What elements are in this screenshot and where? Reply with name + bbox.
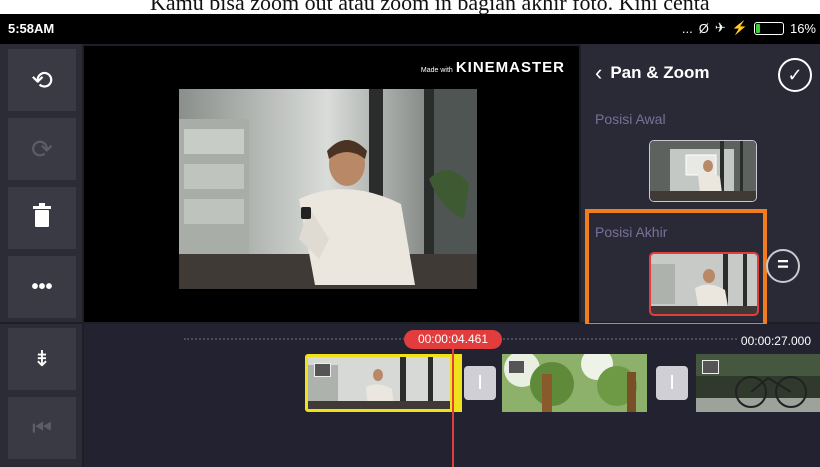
video-preview[interactable]: Made with KINEMASTER [84,46,579,322]
confirm-button[interactable]: ✓ [778,58,812,92]
start-position-thumbnail[interactable] [649,140,757,202]
photo-clip-icon [508,360,525,374]
total-duration: 00:00:27.000 [737,332,814,350]
undo-button[interactable]: ⟲ [8,49,76,111]
transition-button-1[interactable]: I [464,366,496,400]
delete-button[interactable] [8,187,76,249]
clip-photo-bicycle[interactable] [696,354,820,412]
photo-clip-icon [314,363,331,377]
clip-photo-selected[interactable] [305,354,453,412]
battery-icon [753,21,784,35]
battery-percent: 16% [789,20,816,36]
split-button[interactable]: ⇟ [8,328,76,390]
swap-positions-button[interactable]: = [766,249,800,283]
current-time-badge: 00:00:04.461 [404,330,502,349]
undo-icon: ⟲ [31,64,53,95]
panel-title: Pan & Zoom [610,63,710,82]
transition-icon: I [669,371,675,394]
more-notifications-icon: ... [681,20,693,36]
end-position-highlight [585,209,767,327]
back-icon[interactable]: ‹ [595,60,602,86]
transition-button-2[interactable]: I [656,366,688,400]
article-caption: Kamu bisa zoom out atau zoom in bagian a… [0,0,820,14]
watermark-brand: KINEMASTER [455,59,565,76]
watermark-prefix: Made with [420,67,453,74]
charging-icon: ⚡ [731,20,748,35]
photo-clip-icon [702,360,719,374]
status-time: 5:58AM [8,21,55,36]
kinemaster-watermark: Made with KINEMASTER [421,59,565,76]
trash-icon [33,202,51,234]
skip-to-start-button[interactable]: ⏮ [8,397,76,459]
caption-text: Kamu bisa zoom out atau zoom in bagian a… [150,0,710,14]
redo-button[interactable]: ⟳ [8,118,76,180]
playhead[interactable] [452,349,454,467]
transition-icon: I [477,371,483,394]
check-icon: ✓ [787,65,803,85]
more-icon: ••• [31,275,53,298]
mute-icon: Ø [698,20,709,36]
more-options-button[interactable]: ••• [8,256,76,318]
preview-photo [179,89,477,289]
split-icon: ⇟ [32,346,52,371]
redo-icon: ⟳ [31,133,53,164]
panel-header: ‹ Pan & Zoom ✓ [581,44,820,102]
timeline[interactable]: 00:00:04.461 00:00:27.000 I I [84,324,820,467]
status-bar: 5:58AM ... Ø ✈ ⚡ 16% [0,14,820,44]
start-position-label: Posisi Awal [595,111,666,127]
timeline-toolbar: ⇟ ⏮ [0,324,82,467]
clip-photo-trees[interactable] [502,354,647,412]
editor-app: ⟲ ⟳ ••• Made with KINEMASTER ‹ Pan & Zoo… [0,44,820,467]
battery-fill [755,23,760,33]
left-toolbar: ⟲ ⟳ ••• [0,44,82,322]
status-icons: ... Ø ✈ ⚡ 16% [682,20,816,36]
skip-start-icon: ⏮ [32,415,52,440]
swap-icon: = [777,254,789,276]
airplane-icon: ✈ [714,20,726,35]
